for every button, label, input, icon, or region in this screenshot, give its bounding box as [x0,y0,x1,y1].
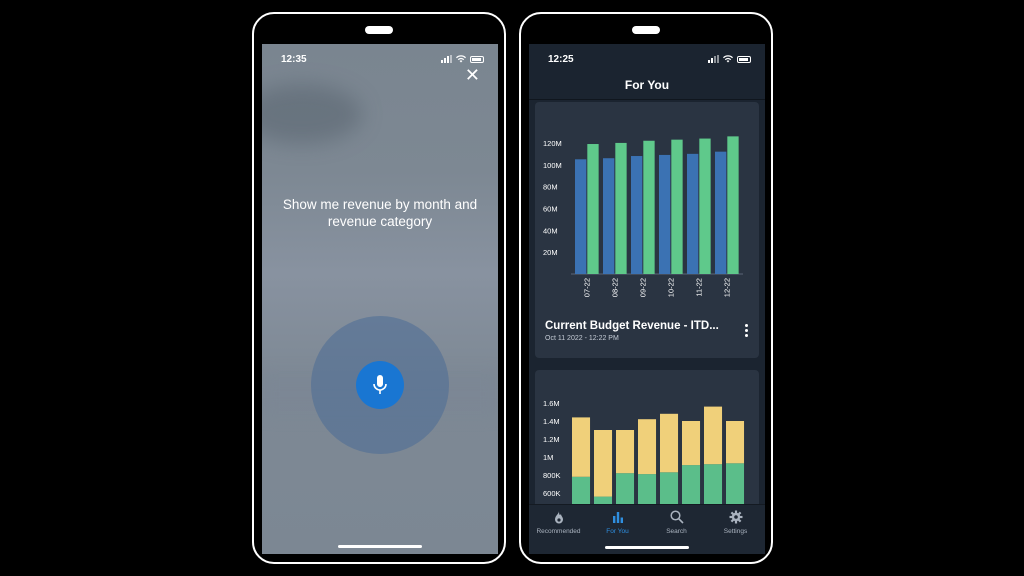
status-icons [708,55,751,63]
bar [715,151,727,274]
bar [615,142,627,274]
tab-label: Recommended [536,528,581,535]
y-tick-label: 600K [543,489,561,498]
bar [587,144,599,274]
tab-recommended[interactable]: Recommended [529,509,588,535]
y-tick-label: 80M [543,183,558,192]
bar-segment [594,430,613,497]
phone-frame-left: 12:35 ✕ Show me revenue by month and rev… [252,12,506,564]
y-tick-label: 1.2M [543,435,560,444]
bar-segment [726,421,745,464]
y-tick-label: 1M [543,453,553,462]
x-tick-label: 11-22 [694,278,703,297]
background-blur [262,84,362,144]
bar [603,158,615,274]
tab-label: Settings [723,528,748,535]
bar [575,159,587,274]
flame-icon [529,509,588,525]
bar-chart-icon [588,509,647,525]
status-icons [441,55,484,63]
phone-frame-right: 12:25 For You 20M 40M 60M 80M 100M 120M 07-22 0… [519,12,773,564]
gear-icon [706,509,765,525]
notch [632,26,660,34]
stacked-bar-chart: 600K 800K 1M 1.2M 1.4M 1.6M [543,399,745,510]
tab-for-you[interactable]: For You [588,509,647,535]
microphone-icon [373,375,387,394]
search-icon [647,509,706,525]
signal-icon [441,55,452,63]
y-tick-label: 100M [543,161,562,170]
tab-label: Search [666,528,687,535]
bar-segment [638,419,657,475]
bar-chart: 20M 40M 60M 80M 100M 120M 07-22 08-22 09-22 10-22… [543,136,743,297]
bar-segment [572,417,591,477]
y-tick-label: 120M [543,139,562,148]
bar-segment [704,406,723,465]
tab-search[interactable]: Search [647,509,706,535]
status-bar: 12:25 [529,52,765,68]
bar-segment [616,430,635,474]
battery-icon [737,55,751,63]
notch [365,26,393,34]
y-tick-label: 800K [543,471,561,480]
card-title: Current Budget Revenue - ITD... [545,320,719,332]
stage: 12:35 ✕ Show me revenue by month and rev… [0,0,1024,576]
x-tick-label: 09-22 [638,278,647,297]
bar [671,139,683,274]
bar-segment [682,421,701,466]
y-tick-label: 1.4M [543,417,560,426]
bar [699,138,711,274]
microphone-button[interactable] [356,361,404,409]
home-indicator [605,546,689,549]
page-title: For You [624,78,670,92]
home-indicator [338,545,422,548]
x-tick-label: 07-22 [582,278,591,297]
card-timestamp: Oct 11 2022 - 12:22 PM [545,335,619,342]
bar-segment [726,463,745,510]
status-time: 12:35 [281,54,307,65]
header-divider [529,99,765,100]
bar [659,154,671,274]
voice-prompt-text: Show me revenue by month and revenue cat… [282,197,478,229]
chart-card[interactable]: 600K 800K 1M 1.2M 1.4M 1.6M [535,370,759,510]
tab-label: For You [606,528,629,535]
bar [687,153,699,274]
wifi-icon [456,55,466,63]
more-options-button[interactable] [743,324,749,337]
y-tick-label: 20M [543,248,558,257]
status-time: 12:25 [548,54,574,65]
y-tick-label: 60M [543,204,558,213]
y-tick-label: 40M [543,226,558,235]
bar [643,140,655,274]
bar-segment [660,413,679,473]
close-button[interactable]: ✕ [465,66,480,84]
bar [631,156,643,274]
x-tick-label: 10-22 [666,278,675,297]
status-bar: 12:35 [262,52,498,68]
voice-search-screen: 12:35 ✕ Show me revenue by month and rev… [262,44,498,554]
x-tick-label: 12-22 [722,278,731,297]
wifi-icon [723,55,733,63]
tab-settings[interactable]: Settings [706,509,765,535]
battery-icon [470,55,484,63]
for-you-screen: 12:25 For You 20M 40M 60M 80M 100M 120M 07-22 0… [529,44,765,554]
y-tick-label: 1.6M [543,399,560,408]
bar [727,136,739,274]
x-tick-label: 08-22 [610,278,619,297]
signal-icon [708,55,719,63]
chart-card[interactable]: 20M 40M 60M 80M 100M 120M 07-22 08-22 09-22 10-22… [535,102,759,358]
